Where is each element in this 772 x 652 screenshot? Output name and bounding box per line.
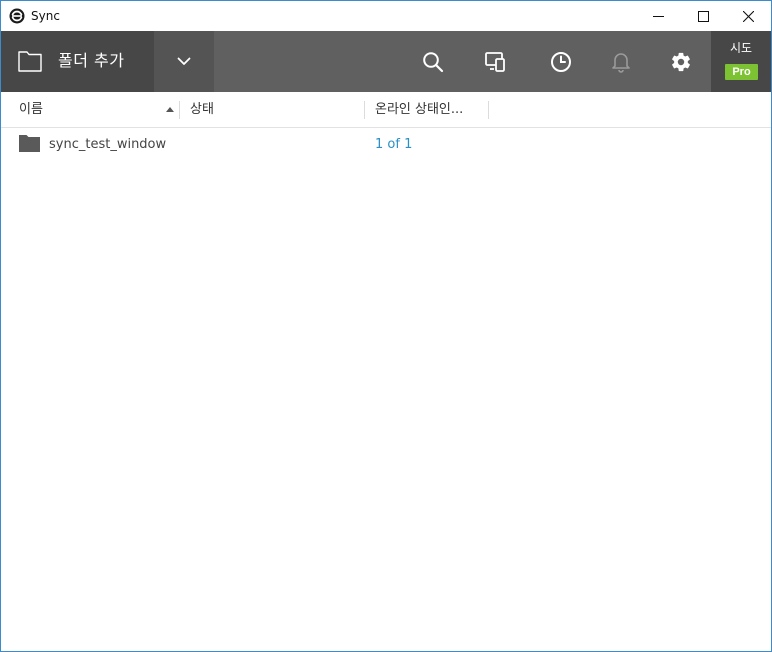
- history-button[interactable]: [531, 31, 591, 92]
- minimize-icon: [652, 15, 664, 17]
- gear-icon: [672, 52, 690, 71]
- maximize-button[interactable]: [680, 1, 726, 31]
- trial-label: 시도: [729, 41, 753, 55]
- column-divider[interactable]: [488, 101, 489, 119]
- pro-badge: Pro: [725, 64, 758, 80]
- column-name-header[interactable]: 이름: [19, 92, 179, 127]
- add-folder-button[interactable]: 폴더 추가: [1, 31, 154, 92]
- search-icon: [423, 51, 444, 72]
- history-icon: [551, 51, 571, 72]
- devices-button[interactable]: [466, 31, 526, 92]
- devices-icon: [485, 51, 505, 72]
- toolbar: 폴더 추가 시도 Pro: [1, 31, 771, 92]
- sort-ascending-icon: [166, 107, 174, 112]
- close-button[interactable]: [725, 1, 771, 31]
- table-row[interactable]: sync_test_window 1 of 1: [1, 128, 771, 161]
- folder-icon: [18, 51, 42, 72]
- column-online-header[interactable]: 온라인 상태인...: [375, 92, 487, 127]
- sync-logo-icon: [9, 8, 25, 24]
- online-peers-link[interactable]: 1 of 1: [375, 136, 412, 153]
- column-divider[interactable]: [179, 101, 180, 119]
- column-divider[interactable]: [364, 101, 365, 119]
- column-status-header[interactable]: 상태: [190, 92, 360, 127]
- chevron-down-icon: [177, 57, 191, 65]
- add-folder-label: 폴더 추가: [58, 51, 125, 70]
- folder-name: sync_test_window: [49, 137, 167, 152]
- maximize-icon: [697, 10, 709, 22]
- window-title: Sync: [31, 9, 60, 23]
- add-folder-dropdown-button[interactable]: [154, 31, 214, 92]
- search-button[interactable]: [403, 31, 463, 92]
- bell-icon: [612, 52, 630, 73]
- close-icon: [742, 10, 754, 22]
- folder-icon: [19, 135, 40, 152]
- app-window: Sync 폴더 추가 시도 Pro 이름 상태 온라인 상태인... sync_…: [0, 0, 772, 652]
- trial-pro-button[interactable]: 시도 Pro: [711, 31, 771, 92]
- settings-button[interactable]: [651, 31, 711, 92]
- title-bar[interactable]: Sync: [1, 1, 771, 31]
- minimize-button[interactable]: [635, 1, 681, 31]
- column-header: 이름 상태 온라인 상태인...: [1, 92, 771, 128]
- notifications-button[interactable]: [591, 31, 651, 92]
